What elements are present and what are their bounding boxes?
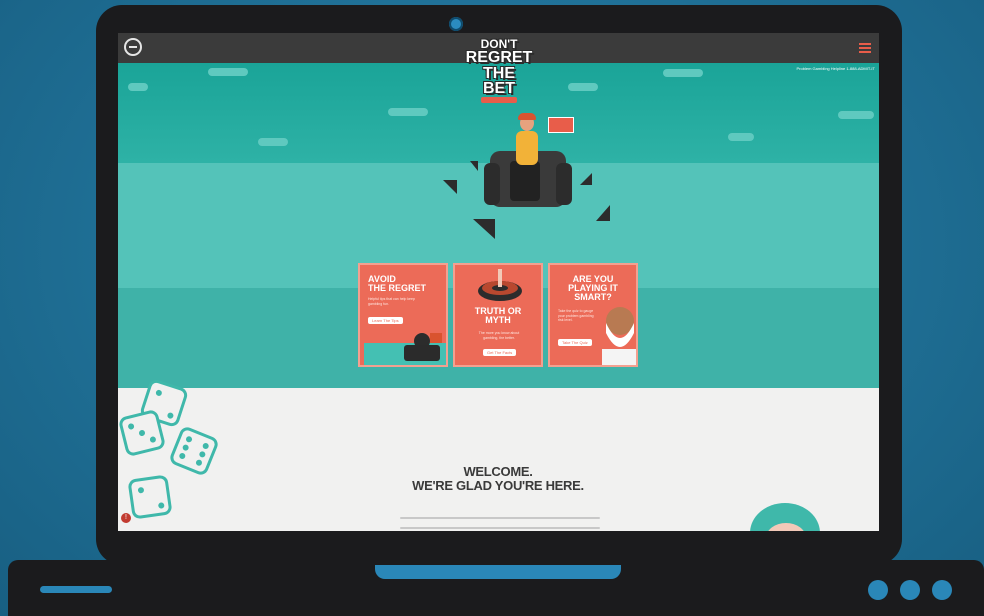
man-body [516,131,538,165]
indicator-light-icon [900,580,920,600]
alert-icon[interactable]: ! [121,513,131,523]
cloud [128,83,148,91]
indicator-light-icon [868,580,888,600]
armchair-arm [484,163,500,205]
welcome-line-1: WELCOME. [463,464,533,479]
old-man-illustration [602,307,636,365]
intro-text-line [400,527,600,529]
intro-text-line [400,517,600,519]
circle-logo-icon[interactable] [124,38,142,56]
cloud [728,133,754,141]
dice-icon [127,474,173,520]
card-title: AVOID THE REGRET [368,275,426,293]
armchair-arm [556,163,572,205]
get-the-facts-button[interactable]: Get The Facts [483,349,517,356]
shark-fin-icon [473,219,495,239]
card-are-you-playing-it-smart[interactable]: ARE YOU PLAYING IT SMART? Take the quiz … [548,263,638,367]
webcam-icon [449,17,463,31]
site-logo[interactable]: DON'T REGRET THE BET [465,38,533,103]
helpline-text[interactable]: Problem Gambling Helpline 1-888-ADMIT-IT [797,66,875,71]
logo-ribbon [481,96,517,103]
card-text: Take the quiz to gauge your problem gamb… [558,309,594,323]
man-hair [518,113,536,120]
laptop-notch [375,565,621,579]
shark-fin-icon [580,173,592,185]
hamburger-menu-icon[interactable] [859,43,871,53]
laptop-screen: DON'T REGRET THE BET Problem Gambling He… [118,33,879,531]
feature-cards: AVOID THE REGRET Helpful tips that can h… [358,263,640,371]
man-legs [510,161,540,201]
warning-sign [548,117,574,133]
indicator-light-icon [932,580,952,600]
card-title-line: THE REGRET [368,283,427,293]
cloud [568,83,598,91]
card-avoid-the-regret[interactable]: AVOID THE REGRET Helpful tips that can h… [358,263,448,367]
roulette-wheel-icon [478,269,522,301]
shark-fin-icon [470,161,478,171]
welcome-line-2: WE'RE GLAD YOU'RE HERE. [412,477,584,493]
shark-fin-icon [596,205,610,221]
logo-line-3: THE BET [483,64,515,97]
card-truth-or-myth[interactable]: TRUTH OR MYTH The more you know about ga… [453,263,543,367]
cloud [388,108,428,116]
welcome-heading: WELCOME. WE'RE GLAD YOU'RE HERE. [358,465,638,492]
card-title: ARE YOU PLAYING IT SMART? [550,275,636,302]
laptop-slot [40,586,112,593]
cloud [208,68,248,76]
take-the-quiz-button[interactable]: Take The Quiz [558,339,592,346]
cloud [258,138,288,146]
logo-line-2: REGRET [465,49,533,67]
card-text: The more you know about gambling, the be… [478,331,520,340]
sleeping-person-illustration [364,333,446,365]
card-title-line: MYTH [485,315,511,325]
card-text: Helpful tips that can help keep gambling… [368,297,415,306]
cloud [663,69,703,77]
cloud [838,111,874,119]
shark-fin-icon [443,180,457,194]
card-title: TRUTH OR MYTH [455,307,541,325]
